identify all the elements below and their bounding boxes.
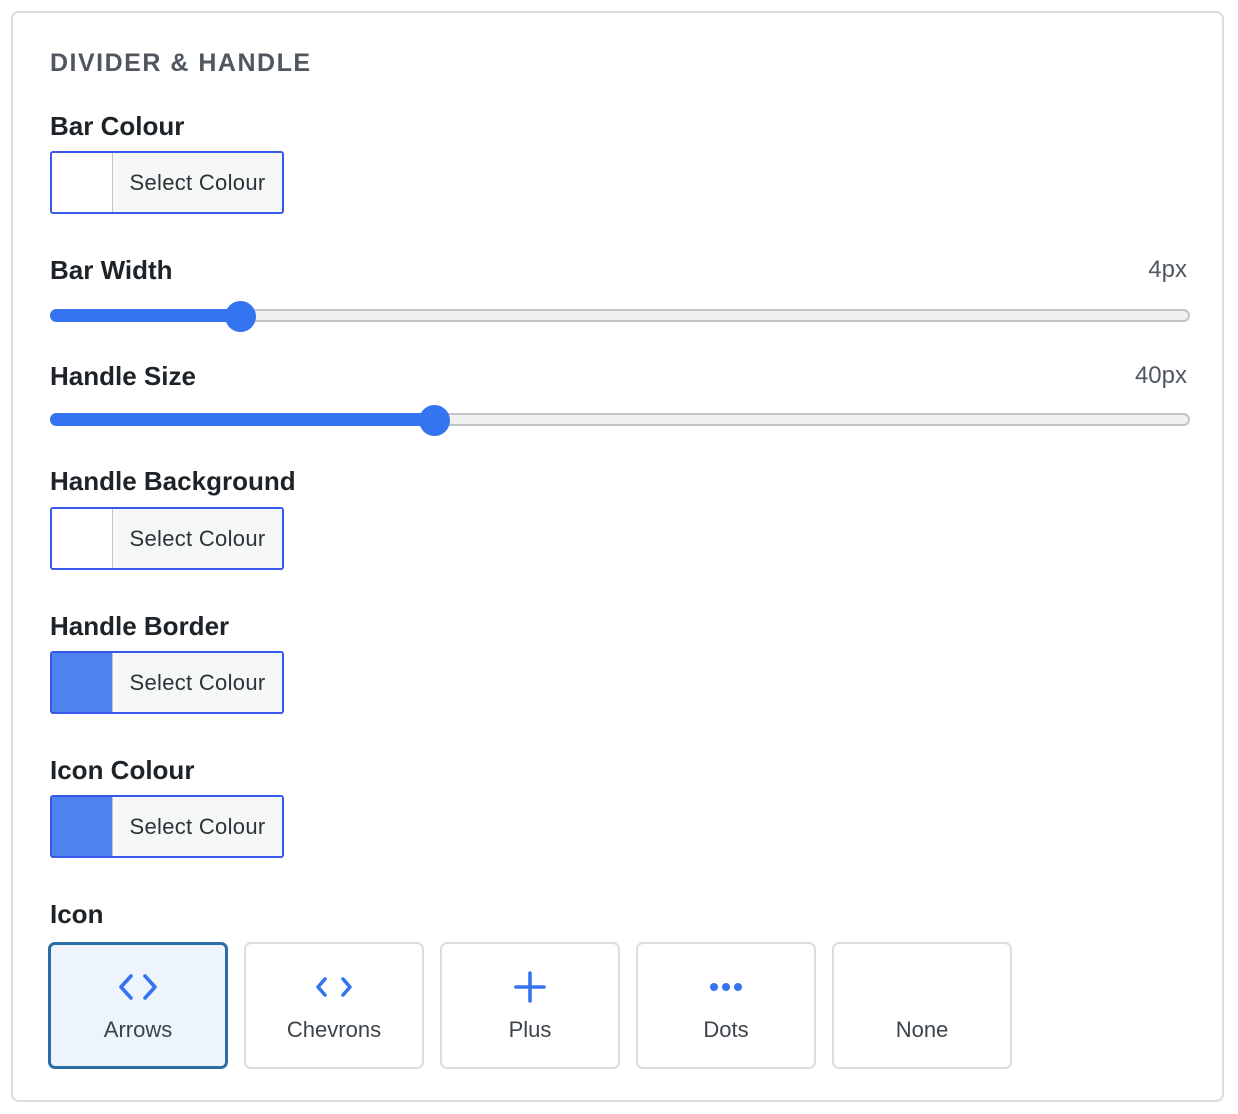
icon-colour-picker[interactable]: Select Colour — [50, 795, 284, 858]
select-colour-button[interactable]: Select Colour — [113, 509, 282, 568]
icon-option-arrows[interactable]: Arrows — [48, 942, 228, 1069]
slider-fill — [50, 413, 435, 426]
handle-size-slider[interactable] — [50, 405, 1190, 437]
icon-colour-label: Icon Colour — [50, 755, 195, 785]
icon-option-label: Dots — [703, 1017, 749, 1042]
icon-options: Arrows Chevrons Plus Dots None — [48, 942, 1012, 1069]
icon-option-plus[interactable]: Plus — [440, 942, 620, 1069]
select-colour-button[interactable]: Select Colour — [113, 653, 282, 712]
icon-option-dots[interactable]: Dots — [636, 942, 816, 1069]
bar-colour-picker[interactable]: Select Colour — [50, 151, 284, 214]
icon-option-label: Arrows — [103, 1017, 173, 1042]
icon-colour-swatch — [52, 797, 113, 856]
icon-label: Icon — [50, 899, 104, 929]
divider-handle-panel: DIVIDER & HANDLE Bar Colour Select Colou… — [11, 11, 1224, 1102]
handle-background-picker[interactable]: Select Colour — [50, 507, 284, 570]
select-colour-button[interactable]: Select Colour — [113, 153, 282, 212]
chevrons-icon — [314, 970, 354, 1004]
section-title: DIVIDER & HANDLE — [50, 49, 312, 77]
plus-icon — [513, 970, 547, 1004]
icon-option-label: Plus — [508, 1017, 552, 1042]
slider-fill — [50, 309, 241, 322]
handle-border-label: Handle Border — [50, 611, 230, 641]
handle-background-swatch — [52, 509, 113, 568]
bar-colour-label: Bar Colour — [50, 111, 185, 141]
arrows-icon — [118, 970, 158, 1004]
dots-icon — [709, 970, 743, 1004]
handle-size-label: Handle Size — [50, 361, 196, 391]
bar-colour-swatch — [52, 153, 113, 212]
select-colour-button[interactable]: Select Colour — [113, 797, 282, 856]
icon-option-none[interactable]: None — [832, 942, 1012, 1069]
icon-option-label: None — [895, 1017, 949, 1042]
bar-width-label: Bar Width — [50, 255, 173, 285]
handle-size-value: 40px — [1134, 362, 1187, 389]
icon-option-chevrons[interactable]: Chevrons — [244, 942, 424, 1069]
icon-option-label: Chevrons — [286, 1017, 382, 1042]
slider-thumb[interactable] — [225, 301, 257, 332]
bar-width-slider[interactable] — [50, 301, 1190, 333]
bar-width-value: 4px — [1148, 256, 1187, 283]
handle-border-picker[interactable]: Select Colour — [50, 651, 284, 714]
slider-thumb[interactable] — [419, 405, 451, 436]
handle-border-swatch — [52, 653, 113, 712]
handle-background-label: Handle Background — [50, 466, 296, 496]
